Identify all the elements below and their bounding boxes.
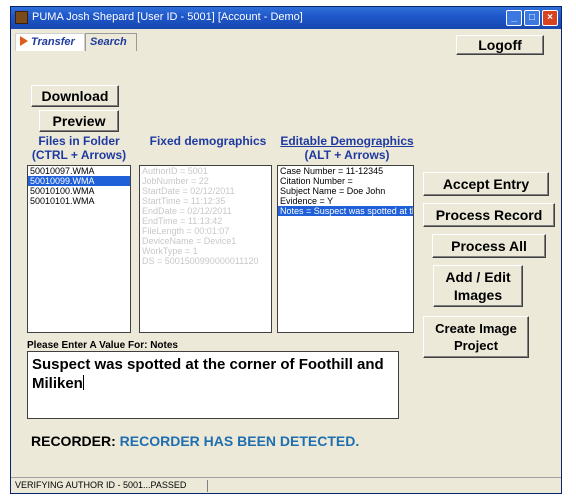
editable-demo-item[interactable]: Evidence = Y	[278, 196, 413, 206]
text-caret	[82, 375, 84, 390]
accept-entry-button[interactable]: Accept Entry	[423, 172, 549, 196]
recorder-label: RECORDER:	[31, 433, 116, 449]
file-list-item-selected[interactable]: 50010099.WMA	[28, 176, 130, 186]
files-heading-line2: (CTRL + Arrows)	[31, 148, 127, 162]
editable-demo-item[interactable]: Subject Name = Doe John	[278, 186, 413, 196]
fixed-demographics-heading: Fixed demographics	[149, 134, 267, 148]
files-listbox[interactable]: 50010097.WMA 50010099.WMA 50010100.WMA 5…	[27, 165, 131, 333]
title-bar[interactable]: PUMA Josh Shepard [User ID - 5001] [Acco…	[11, 7, 561, 29]
puma-window: PUMA Josh Shepard [User ID - 5001] [Acco…	[10, 6, 562, 494]
notes-input[interactable]: Suspect was spotted at the corner of Foo…	[27, 351, 399, 419]
status-divider	[207, 480, 208, 492]
files-in-folder-heading: Files in Folder (CTRL + Arrows)	[27, 134, 131, 162]
maximize-button[interactable]: □	[524, 10, 540, 26]
tab-search[interactable]: Search	[85, 33, 137, 51]
fixed-demographics-listbox[interactable]: AuthorID = 5001 JobNumber = 22 StartDate…	[139, 165, 272, 333]
editable-demo-item-selected[interactable]: Notes = Suspect was spotted at the co	[278, 206, 413, 216]
tab-transfer-label: Transfer	[31, 36, 75, 48]
editable-demographics-heading: Editable Demographics (ALT + Arrows)	[277, 134, 417, 162]
puma-app-icon[interactable]	[15, 11, 28, 24]
editable-demo-item[interactable]: Citation Number =	[278, 176, 413, 186]
fixed-demo-item: AuthorID = 5001	[142, 166, 208, 176]
add-edit-images-button[interactable]: Add / Edit Images	[433, 265, 523, 307]
tab-transfer[interactable]: Transfer	[15, 33, 85, 51]
logoff-button[interactable]: Logoff	[456, 35, 544, 55]
play-arrow-icon	[20, 36, 28, 46]
status-bar: VERIFYING AUTHOR ID - 5001...PASSED	[11, 477, 561, 493]
minimize-button[interactable]: _	[506, 10, 522, 26]
fixed-demo-item: StartDate = 02/12/2011	[142, 186, 235, 196]
file-list-item[interactable]: 50010100.WMA	[28, 186, 130, 196]
editable-heading-line2: (ALT + Arrows)	[304, 148, 390, 162]
editable-demo-item[interactable]: Case Number = 11-12345	[278, 166, 413, 176]
window-title: PUMA Josh Shepard [User ID - 5001] [Acco…	[32, 11, 303, 23]
files-heading-line1: Files in Folder	[38, 134, 120, 148]
process-record-button[interactable]: Process Record	[423, 203, 555, 227]
editable-demographics-listbox[interactable]: Case Number = 11-12345 Citation Number =…	[277, 165, 414, 333]
file-list-item[interactable]: 50010101.WMA	[28, 196, 130, 206]
process-all-button[interactable]: Process All	[432, 234, 546, 258]
fixed-demo-item: StartTime = 11:12:35	[142, 196, 226, 206]
status-text: VERIFYING AUTHOR ID - 5001...PASSED	[15, 480, 187, 490]
fixed-demo-item: EndTime = 11:13:42	[142, 216, 223, 226]
fixed-demo-item: JobNumber = 22	[142, 176, 209, 186]
fixed-demo-item: FileLength = 00:01:07	[142, 226, 230, 236]
preview-button[interactable]: Preview	[39, 110, 119, 132]
fixed-demo-item: EndDate = 02/12/2011	[142, 206, 232, 216]
notes-prompt-label: Please Enter A Value For: Notes	[27, 340, 178, 351]
close-button[interactable]: ×	[542, 10, 558, 26]
fixed-demo-item: DeviceName = Device1	[142, 236, 237, 246]
recorder-status: RECORDER: RECORDER HAS BEEN DETECTED.	[31, 433, 359, 449]
create-image-project-button[interactable]: Create Image Project	[423, 316, 529, 358]
recorder-status-text: RECORDER HAS BEEN DETECTED.	[119, 433, 360, 449]
notes-value: Suspect was spotted at the corner of Foo…	[32, 356, 384, 392]
tab-search-label: Search	[90, 36, 127, 48]
editable-heading-line1: Editable Demographics	[280, 134, 414, 148]
file-list-item[interactable]: 50010097.WMA	[28, 166, 130, 176]
download-button[interactable]: Download	[31, 85, 119, 107]
fixed-demo-item: WorkType = 1	[142, 246, 198, 256]
fixed-demo-item: DS = 5001500990000011120	[142, 256, 259, 266]
